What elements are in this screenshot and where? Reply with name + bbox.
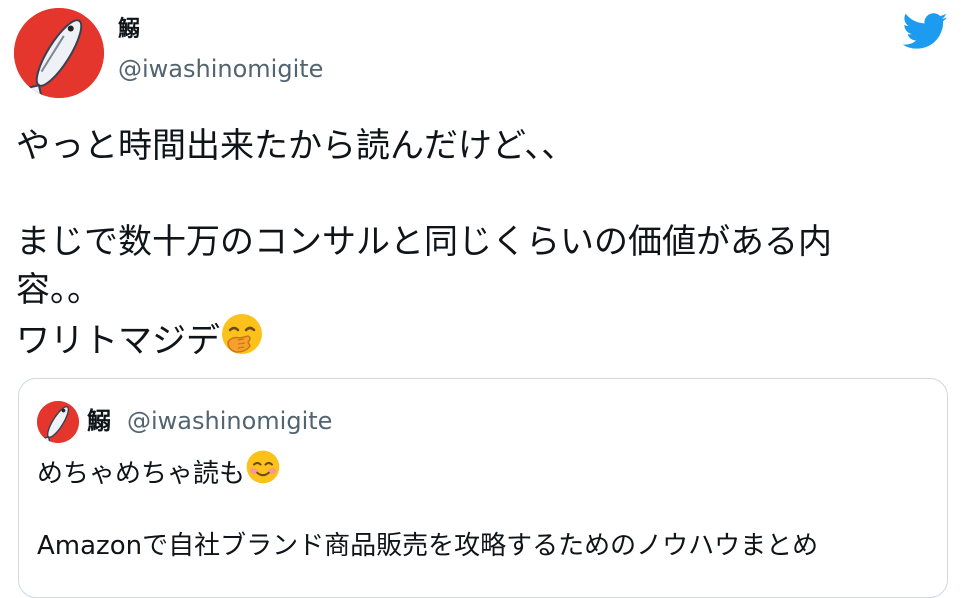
quoted-text-line: Amazonで自社ブランド商品販売を攻略するためのノウハウまとめ: [37, 531, 819, 561]
sardine-avatar-icon: [37, 401, 79, 443]
quoted-display-name[interactable]: 鰯: [87, 405, 111, 437]
display-name[interactable]: 鰯: [118, 16, 140, 44]
tweet-text-line: ワリトマジデ: [16, 321, 220, 361]
tweet-text-line: やっと時間出来たから読んだけど、、: [16, 126, 576, 166]
avatar[interactable]: [14, 8, 104, 98]
smiling-face-emoji-icon: [245, 449, 281, 496]
quoted-handle[interactable]: @iwashinomigite: [127, 405, 332, 437]
tweet-text-line-with-emoji: ワリトマジデ: [16, 314, 936, 362]
quoted-tweet-card[interactable]: 鰯 @iwashinomigite めちゃめちゃ読も Amazonで自社ブランド…: [18, 378, 948, 598]
sardine-avatar-icon: [14, 8, 104, 98]
quoted-text-blank-line: [37, 489, 937, 527]
twitter-bird-icon[interactable]: [902, 12, 948, 52]
quoted-text-line-with-emoji: めちゃめちゃ読も: [37, 450, 937, 489]
handle[interactable]: @iwashinomigite: [118, 54, 323, 84]
tweet-text-line: まじで数十万のコンサルと同じくらいの価値がある内: [16, 222, 832, 262]
tweet-text-line: 容。。: [16, 270, 101, 310]
quoted-tweet-text: めちゃめちゃ読も Amazonで自社ブランド商品販売を攻略するためのノウハウまと…: [37, 450, 937, 565]
face-with-hand-over-mouth-emoji-icon: [220, 312, 264, 369]
quoted-avatar[interactable]: [37, 401, 79, 443]
quoted-text-line: めちゃめちゃ読も: [37, 459, 246, 489]
tweet-text: やっと時間出来たから読んだけど、、 まじで数十万のコンサルと同じくらいの価値があ…: [16, 122, 936, 362]
